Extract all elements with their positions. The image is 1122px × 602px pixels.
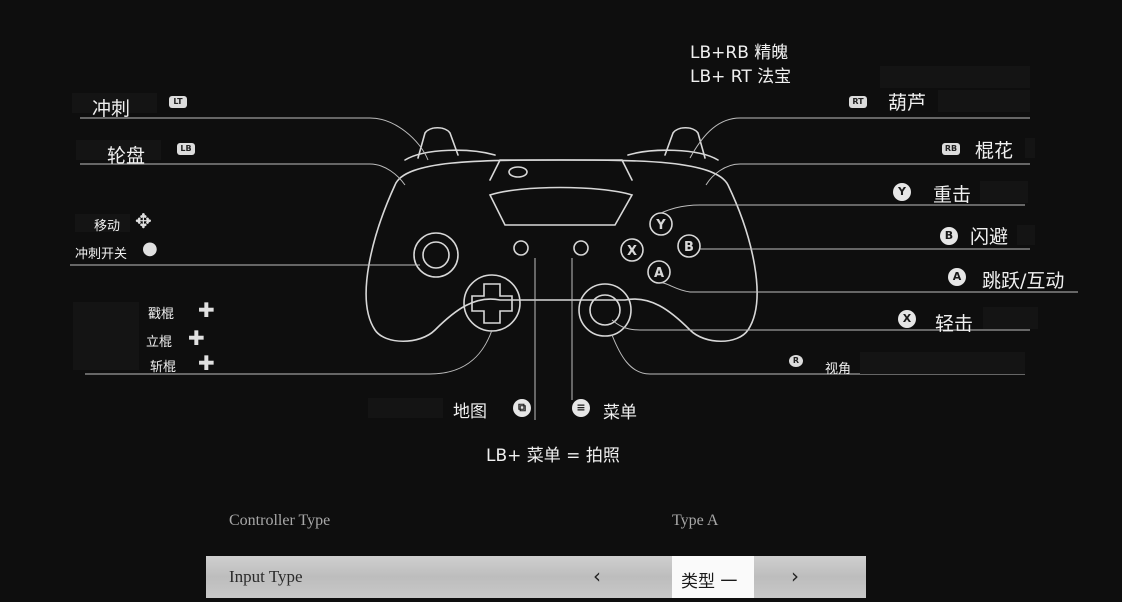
svg-text:A: A — [654, 266, 664, 281]
right-stick-ring — [578, 283, 632, 337]
label-sprint: 冲刺 — [92, 98, 131, 120]
view-button-icon: ⧉ — [513, 399, 531, 417]
view-button — [513, 240, 529, 256]
label-move: 移动 — [94, 219, 121, 234]
x-icon: X — [898, 310, 916, 328]
label-camera: 视角 — [825, 362, 852, 377]
controls-screen: Y B X A LB+RB 精魄 LB+ RT 法宝 冲刺 LT 轮盘 LB 移… — [0, 0, 1122, 602]
label-menu: 菜单 — [603, 403, 637, 423]
input-type-label: Input Type — [229, 567, 303, 586]
label-sprint-toggle: 冲刺开关 — [75, 247, 128, 262]
dpad-left-icon: ✚ — [198, 298, 215, 322]
lb-rt-note: LB+ RT 法宝 — [690, 67, 792, 87]
label-stance-thrust: 斩棍 — [150, 360, 177, 375]
controller-type-label: Controller Type — [229, 512, 331, 529]
rb-icon: RB — [942, 143, 960, 155]
svg-text:B: B — [684, 240, 694, 255]
svg-text:X: X — [627, 244, 637, 259]
lb-rb-note: LB+RB 精魄 — [690, 43, 789, 63]
a-icon: A — [948, 268, 966, 286]
label-staff-spin: 棍花 — [975, 140, 1014, 162]
lb-icon: LB — [177, 143, 195, 155]
dpad — [471, 283, 513, 324]
dpad-up-icon: ✚ — [188, 326, 205, 350]
dpad-right-icon: ✚ — [198, 351, 215, 375]
right-stick-press-icon: R — [789, 355, 803, 367]
input-type-prev-button[interactable]: ‹ — [593, 564, 601, 588]
y-icon: Y — [893, 183, 911, 201]
label-heavy-attack: 重击 — [933, 184, 972, 206]
left-stick — [422, 241, 450, 269]
input-type-value: 类型 一 — [681, 572, 738, 592]
menu-button-icon: ≡ — [572, 399, 590, 417]
label-wheel: 轮盘 — [107, 145, 146, 167]
label-stance-pillar: 立棍 — [146, 335, 173, 350]
label-light-attack: 轻击 — [935, 313, 974, 335]
center-panel — [488, 186, 634, 226]
left-stick-press-icon: ● — [142, 238, 158, 259]
label-map: 地图 — [453, 402, 487, 422]
label-gourd: 葫芦 — [888, 92, 927, 114]
left-stick-ring — [413, 232, 459, 278]
photo-note: LB+ 菜单 = 拍照 — [486, 446, 620, 466]
b-icon: B — [940, 227, 958, 245]
input-type-row[interactable]: Input Type ‹ 类型 一 › — [206, 556, 866, 598]
rt-icon: RT — [849, 96, 867, 108]
lt-icon: LT — [169, 96, 187, 108]
label-jump-interact: 跳跃/互动 — [982, 270, 1065, 292]
menu-button — [573, 240, 589, 256]
label-dodge: 闪避 — [970, 226, 1009, 248]
center-top — [489, 159, 633, 181]
left-stick-move-icon: ✥ — [135, 209, 152, 233]
svg-text:Y: Y — [655, 218, 666, 233]
label-stance-smash: 戳棍 — [148, 307, 175, 322]
input-type-next-button[interactable]: › — [791, 564, 799, 588]
input-type-value-box: 类型 一 — [672, 556, 754, 598]
controller-type-value: Type A — [672, 512, 719, 529]
